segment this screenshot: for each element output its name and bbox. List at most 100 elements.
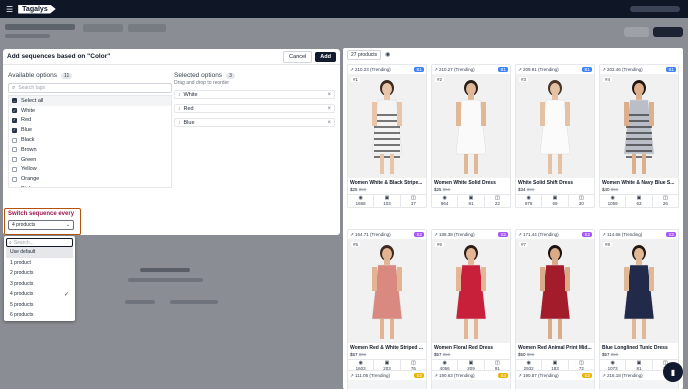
option-item[interactable]: Brown bbox=[9, 145, 171, 155]
product-name: Women White Solid Dress bbox=[434, 180, 496, 186]
product-stats: ◉ 1059 ▣ 63 ◫ 26 bbox=[600, 194, 678, 207]
checkbox-icon[interactable] bbox=[12, 166, 17, 172]
cart-stat: ▣ 63 bbox=[626, 195, 653, 207]
card-trend-row: ↗ 210.27 (Trending) B1 bbox=[432, 65, 510, 74]
background-text bbox=[140, 268, 190, 272]
tag-search-input[interactable]: ⌕ Search tags bbox=[8, 83, 172, 93]
product-name: Women Floral Red Dress bbox=[434, 345, 494, 351]
product-price: $57 $56 bbox=[602, 352, 619, 357]
cart-stat: ▣ 69 bbox=[542, 195, 569, 207]
dropdown-option[interactable]: Use default bbox=[6, 247, 73, 258]
position-badge: #8 bbox=[603, 242, 613, 247]
views-stat: ◉ 964 bbox=[432, 195, 459, 207]
position-badge: #4 bbox=[603, 77, 613, 82]
dropdown-search-input[interactable]: ⌕ Search... bbox=[6, 238, 73, 247]
product-price: $57 $56 bbox=[434, 352, 451, 357]
rank-badge: S2 bbox=[498, 232, 508, 237]
product-name: Women White & Black Stripe... bbox=[350, 180, 423, 186]
menu-icon[interactable]: ☰ bbox=[6, 5, 13, 14]
checkbox-icon[interactable] bbox=[12, 176, 17, 182]
reorder-hint: Drag and drop to reorder bbox=[174, 80, 230, 86]
dropdown-option[interactable]: 3 products bbox=[6, 279, 73, 290]
option-item[interactable]: Pink bbox=[9, 184, 171, 187]
option-item[interactable]: Yellow bbox=[9, 165, 171, 175]
checkbox-icon[interactable] bbox=[12, 137, 17, 143]
product-price: $25 $55 bbox=[350, 187, 367, 192]
product-card[interactable]: ↗ 114.66 (Trending) S2 #8 Blue Longlined Tu… bbox=[599, 229, 679, 373]
rank-badge: B1 bbox=[414, 67, 424, 72]
chat-support-button[interactable]: ▮ bbox=[663, 362, 683, 382]
products-panel-header: 27 products ◉ bbox=[343, 48, 683, 61]
product-photo bbox=[516, 239, 594, 343]
rank-badge: S3 bbox=[498, 373, 508, 378]
option-item[interactable]: ✓ White bbox=[9, 106, 171, 116]
search-icon: ⌕ bbox=[12, 84, 16, 91]
checkbox-checked-icon[interactable]: ✓ bbox=[12, 117, 17, 123]
checkbox-icon[interactable] bbox=[12, 157, 17, 163]
product-card[interactable]: ↗ 210.23 (Trending) B1 #1 Women White & Bla… bbox=[347, 64, 427, 208]
position-badge: #3 bbox=[519, 77, 529, 82]
products-preview-panel: 27 products ◉ ↗ 210.23 (Trending) B1 #1 Wom… bbox=[343, 48, 683, 389]
selected-option-item[interactable]: ↕ White × bbox=[174, 90, 335, 99]
option-item[interactable]: ✓ Red bbox=[9, 116, 171, 126]
product-price: $34 $66 bbox=[518, 187, 535, 192]
checkbox-icon[interactable] bbox=[12, 147, 17, 153]
eye-icon[interactable]: ◉ bbox=[385, 51, 390, 58]
product-price: $25 $55 bbox=[434, 187, 451, 192]
product-card[interactable]: ↗ 209.91 (Trending) B1 #3 White Solid Shift… bbox=[515, 64, 595, 208]
dropdown-option[interactable]: 5 products bbox=[6, 300, 73, 311]
product-card[interactable]: ↗ 202.46 (Trending) B1 #4 Women White & Nav… bbox=[599, 64, 679, 208]
remove-icon[interactable]: × bbox=[327, 92, 331, 98]
background-text bbox=[125, 300, 155, 304]
trend-score: ↗ 111.05 (Trending) bbox=[350, 372, 390, 378]
product-name: Blue Longlined Tunic Dress bbox=[602, 345, 668, 351]
product-stats: ◉ 1668 ▣ 103 ◫ 37 bbox=[348, 194, 426, 207]
dropdown-option[interactable]: 6 products bbox=[6, 310, 73, 321]
views-stat: ◉ 1668 bbox=[348, 195, 375, 207]
remove-icon[interactable]: × bbox=[327, 120, 331, 126]
app-logo[interactable]: Tagalys bbox=[18, 4, 56, 14]
checkbox-checked-icon[interactable]: ✓ bbox=[12, 127, 17, 133]
background-text bbox=[128, 278, 203, 282]
trend-score: ↗ 202.46 (Trending) bbox=[602, 66, 643, 72]
add-button[interactable]: Add bbox=[315, 51, 336, 62]
dropdown-option[interactable]: 2 products bbox=[6, 268, 73, 279]
product-image: #6 bbox=[432, 239, 510, 343]
option-item[interactable]: Green bbox=[9, 155, 171, 165]
product-card[interactable]: ↗ 190.63 (Trending) S3 bbox=[431, 370, 511, 389]
product-card[interactable]: ↗ 111.05 (Trending) S3 bbox=[347, 370, 427, 389]
product-card[interactable]: ↗ 190.87 (Trending) S3 bbox=[515, 370, 595, 389]
product-card[interactable]: ↗ 188.38 (Trending) S2 #6 Women Floral Red … bbox=[431, 229, 511, 373]
drag-handle-icon[interactable]: ↕ bbox=[178, 106, 181, 112]
card-trend-row: ↗ 209.91 (Trending) B1 bbox=[516, 65, 594, 74]
user-menu[interactable] bbox=[630, 6, 680, 12]
bag-stat: ◫ 26 bbox=[662, 195, 668, 207]
card-trend-row: ↗ 190.87 (Trending) S3 bbox=[516, 371, 594, 380]
checkbox-icon[interactable] bbox=[12, 186, 17, 187]
dropdown-option[interactable]: 1 product bbox=[6, 258, 73, 269]
dropdown-option[interactable]: 4 products ✓ bbox=[6, 289, 73, 300]
product-card[interactable]: ↗ 171.44 (Trending) S2 #7 Women Red Animal … bbox=[515, 229, 595, 373]
cancel-button[interactable]: Cancel bbox=[283, 50, 313, 63]
product-image: #4 bbox=[600, 74, 678, 178]
option-item[interactable]: ✓ Blue bbox=[9, 125, 171, 135]
checkbox-checked-icon[interactable]: ✓ bbox=[12, 108, 17, 114]
option-item[interactable]: Orange bbox=[9, 174, 171, 184]
product-price: $40 $56 bbox=[602, 187, 619, 192]
product-card[interactable]: ↗ 164.71 (Trending) S2 #5 Women Red & White… bbox=[347, 229, 427, 373]
drag-handle-icon[interactable]: ↕ bbox=[178, 120, 181, 126]
product-mrp: $55 bbox=[526, 352, 535, 357]
checkbox-indeterminate-icon[interactable]: – bbox=[12, 98, 17, 104]
rank-badge: S2 bbox=[582, 232, 592, 237]
trend-score: ↗ 164.71 (Trending) bbox=[350, 231, 391, 237]
option-item[interactable]: Black bbox=[9, 135, 171, 145]
switch-sequence-select[interactable]: 4 products ⌄ bbox=[8, 220, 74, 230]
product-image bbox=[600, 380, 678, 389]
select-all-option[interactable]: – Select all bbox=[9, 96, 171, 106]
drag-handle-icon[interactable]: ↕ bbox=[178, 92, 181, 98]
selected-option-item[interactable]: ↕ Blue × bbox=[174, 118, 335, 127]
selected-option-item[interactable]: ↕ Red × bbox=[174, 104, 335, 113]
product-card[interactable]: ↗ 210.27 (Trending) B1 #2 Women White Solid… bbox=[431, 64, 511, 208]
rank-badge: S3 bbox=[414, 373, 424, 378]
remove-icon[interactable]: × bbox=[327, 106, 331, 112]
